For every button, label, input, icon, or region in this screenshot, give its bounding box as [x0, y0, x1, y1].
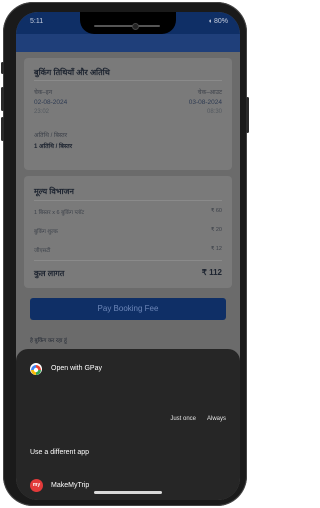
pay-booking-fee-button[interactable]: Pay Booking Fee: [30, 298, 226, 320]
booking-note: हे बुकिंग कर रहा हूं: [30, 338, 67, 344]
volume-down-button: [1, 117, 4, 141]
screen: 5:11 ◖ 80% बुकिंग तिथियाँ और अतिथि चेक–इ…: [16, 12, 240, 500]
price-row-value: ₹ 60: [210, 208, 222, 214]
open-with-sheet: Open with GPay Just once Always Use a di…: [16, 349, 240, 500]
checkout-date: 03-08-2024: [188, 99, 222, 106]
price-row-label: 1 बिस्तर x 6 बुकिंग प्लॉट: [34, 210, 85, 216]
app-header: [16, 34, 240, 52]
divider: [34, 260, 222, 261]
just-once-button[interactable]: Just once: [170, 416, 196, 422]
total-value: ₹ 112: [201, 268, 222, 277]
booking-dates-card: बुकिंग तिथियाँ और अतिथि चेक–इन 02-08-202…: [24, 58, 232, 170]
booking-dates-title: बुकिंग तिथियाँ और अतिथि: [34, 68, 110, 77]
battery-indicator: ◖ 80%: [207, 18, 228, 25]
status-time: 5:11: [30, 18, 44, 25]
checkin-label: चेक–इन: [34, 90, 53, 96]
divider: [34, 200, 222, 201]
price-breakdown-title: मूल्य विभाजन: [34, 187, 74, 196]
price-row-label: जीएसटी: [34, 248, 51, 254]
phone-frame: 5:11 ◖ 80% बुकिंग तिथियाँ और अतिथि चेक–इ…: [1, 2, 249, 506]
divider: [34, 80, 222, 81]
checkout-label: चेक–आउट: [197, 90, 222, 96]
use-different-app-heading: Use a different app: [30, 449, 90, 456]
home-indicator[interactable]: [94, 491, 162, 494]
power-button: [246, 97, 249, 133]
silent-switch: [1, 62, 4, 74]
price-row-value: ₹ 12: [210, 246, 222, 252]
speaker-grille: [94, 25, 160, 27]
checkin-time: 23:02: [34, 109, 50, 115]
total-label: कुल लागत: [34, 269, 65, 278]
price-breakdown-card: मूल्य विभाजन 1 बिस्तर x 6 बुकिंग प्लॉट ₹…: [24, 176, 232, 288]
checkin-date: 02-08-2024: [34, 99, 68, 106]
always-button[interactable]: Always: [207, 416, 226, 422]
open-with-gpay-label[interactable]: Open with GPay: [51, 365, 102, 372]
guests-value: 1 अतिथि / बिस्तर: [34, 144, 73, 150]
price-row-value: ₹ 20: [210, 227, 222, 233]
camera-icon: [132, 23, 139, 30]
camera-notch: [80, 12, 176, 34]
gpay-icon: [30, 363, 42, 375]
volume-up-button: [1, 87, 4, 111]
guests-label: अतिथि / बिस्तर: [34, 133, 68, 139]
makemytrip-option[interactable]: MakeMyTrip: [51, 482, 89, 489]
checkout-time: 08:30: [206, 109, 222, 115]
price-row-label: बुकिंग शुल्क: [34, 229, 58, 235]
makemytrip-icon[interactable]: my: [30, 479, 43, 492]
